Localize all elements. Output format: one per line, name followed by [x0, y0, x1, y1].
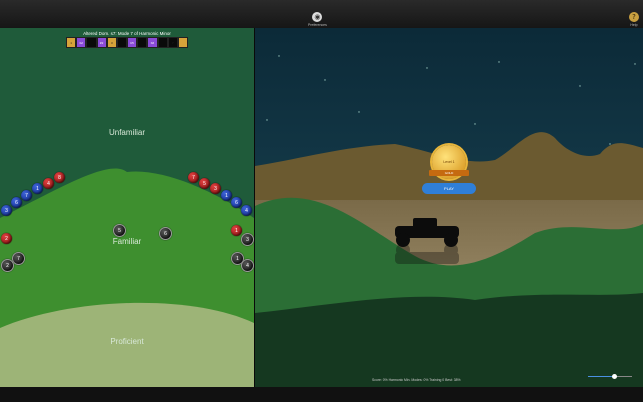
note-ball[interactable]: 4: [241, 259, 254, 272]
note-ball[interactable]: 1: [32, 183, 43, 194]
note-ball[interactable]: 1: [221, 190, 232, 201]
note-ball[interactable]: 4: [241, 205, 252, 216]
note-ball[interactable]: 3: [241, 233, 254, 246]
status-bar: [0, 387, 643, 402]
help-label: Help: [630, 23, 638, 27]
key-cell[interactable]: 7: [167, 37, 178, 48]
note-ball[interactable]: 7: [12, 252, 25, 265]
key-cell[interactable]: b5: [127, 37, 138, 48]
note-ball[interactable]: 6: [11, 197, 22, 208]
key-cell[interactable]: 1: [66, 37, 77, 48]
key-cell[interactable]: #2: [96, 37, 107, 48]
note-ball[interactable]: 6: [159, 227, 172, 240]
zone-label-proficient: Proficient: [110, 337, 144, 346]
preferences-icon: ◉: [312, 12, 323, 22]
key-cell[interactable]: [137, 37, 148, 48]
mode-title: Altered Dom. s7: Mode 7 of Harmonic Mino…: [83, 31, 171, 36]
volume-slider[interactable]: [588, 374, 632, 379]
key-cell[interactable]: b2: [76, 37, 87, 48]
scale-key-strip: 1 b2 #2 3 b5 b6 7: [66, 37, 189, 48]
note-ball[interactable]: 2: [1, 259, 14, 272]
zone-label-familiar: Familiar: [112, 237, 142, 246]
badge-ribbon: GOLD: [429, 170, 469, 176]
note-ball[interactable]: 5: [113, 224, 126, 237]
play-button[interactable]: PLAY: [422, 183, 476, 194]
help-icon: ?: [629, 12, 639, 22]
note-ball[interactable]: 7: [21, 190, 32, 201]
badge-text: Level 1: [443, 160, 455, 164]
skill-field-panel: [0, 28, 254, 387]
key-cell[interactable]: b6: [147, 37, 158, 48]
key-cell[interactable]: [177, 37, 189, 48]
key-cell[interactable]: [116, 37, 128, 48]
field-hills: [0, 168, 254, 387]
key-cell[interactable]: [86, 37, 97, 48]
preferences-label: Preferences: [308, 23, 327, 27]
slider-fill: [588, 376, 615, 377]
preferences-button[interactable]: ◉ Preferences: [308, 12, 327, 27]
help-button[interactable]: ? Help: [629, 12, 639, 27]
note-ball[interactable]: 7: [188, 172, 199, 183]
key-cell[interactable]: 3: [106, 37, 117, 48]
status-text: Score: 0% Harmonic Min. Modes: 0% Traini…: [372, 378, 461, 382]
note-ball[interactable]: 4: [43, 178, 54, 189]
toolbar: ◉ Preferences ? Help: [0, 0, 643, 29]
game-scene: [255, 28, 643, 387]
zone-label-unfamiliar: Unfamiliar: [108, 128, 145, 137]
note-ball[interactable]: 6: [231, 197, 242, 208]
note-ball[interactable]: 5: [199, 178, 210, 189]
note-ball[interactable]: 3: [1, 205, 12, 216]
key-cell[interactable]: [157, 37, 168, 48]
note-ball[interactable]: 8: [54, 172, 65, 183]
note-ball[interactable]: 1: [231, 225, 242, 236]
slider-thumb[interactable]: [611, 374, 617, 379]
landscape: [255, 28, 643, 387]
note-ball[interactable]: 2: [1, 233, 12, 244]
note-ball[interactable]: 3: [210, 183, 221, 194]
